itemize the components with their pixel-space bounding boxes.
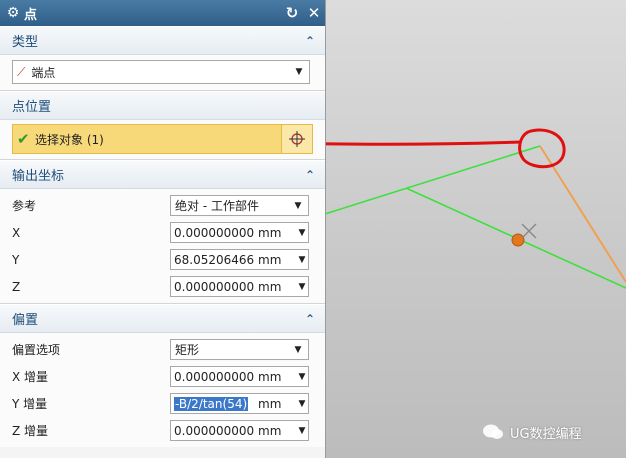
reference-dropdown[interactable]: 绝对 - 工作部件 ▼ [170, 195, 309, 216]
section-output-coordinates-header[interactable]: 输出坐标 ⌃ [0, 160, 325, 189]
dropdown-arrow-icon[interactable]: ▼ [296, 255, 308, 265]
select-object-button[interactable]: ✔ 选择对象 (1) [12, 124, 282, 154]
y-coordinate-field[interactable]: 68.0520646661 mm ▼ [170, 249, 309, 270]
green-edge-upper[interactable] [324, 145, 541, 215]
wechat-icon [483, 424, 503, 439]
reference-label: 参考 [12, 199, 37, 213]
dialog-title: 点 [24, 7, 38, 23]
dropdown-arrow-icon[interactable]: ▼ [292, 345, 304, 355]
watermark: UG数控编程 [482, 420, 622, 444]
dropdown-arrow-icon[interactable]: ▼ [296, 282, 308, 292]
dropdown-arrow-icon[interactable]: ▼ [293, 67, 305, 77]
point-marker[interactable] [511, 233, 525, 247]
point-dialog-button[interactable] [282, 124, 313, 154]
section-type: 类型 ⌃ ⟋ 端点 ▼ [0, 26, 325, 91]
x-coordinate-row: X 0.0000000000 mm ▼ [12, 219, 313, 246]
x-increment-field[interactable]: 0.0000000000 mm ▼ [170, 366, 309, 387]
z-coordinate-row: Z 0.0000000000 mm ▼ [12, 273, 313, 300]
checkmark-icon: ✔ [17, 130, 30, 148]
section-type-header[interactable]: 类型 ⌃ [0, 26, 325, 55]
chevron-up-icon[interactable]: ⌃ [305, 34, 315, 48]
select-object-row[interactable]: ✔ 选择对象 (1) [12, 124, 313, 154]
section-point-location-header[interactable]: 点位置 [0, 91, 325, 120]
section-point-location: 点位置 ✔ 选择对象 (1) [0, 91, 325, 160]
dropdown-arrow-icon[interactable]: ▼ [296, 228, 308, 238]
endpoint-icon: ⟋ [17, 64, 26, 79]
dropdown-arrow-icon[interactable]: ▼ [296, 426, 308, 436]
y-increment-field[interactable]: -B/2/tan(54) mm ▼ [170, 393, 309, 414]
y-coordinate-row: Y 68.0520646661 mm ▼ [12, 246, 313, 273]
chevron-up-icon[interactable]: ⌃ [305, 312, 315, 326]
reset-icon[interactable]: ↻ [281, 4, 303, 22]
reference-row: 参考 绝对 - 工作部件 ▼ [12, 192, 313, 219]
z-increment-field[interactable]: 0.0000000000 mm ▼ [170, 420, 309, 441]
section-offset: 偏置 ⌃ 偏置选项 矩形 ▼ X 增量 0.0000000000 mm ▼ Y [0, 304, 325, 447]
point-dialog: ⚙ 点 ↻ ✕ 类型 ⌃ ⟋ 端点 ▼ 点位置 ✔ 选择对象 (1) 输出坐标 … [0, 0, 326, 458]
dropdown-arrow-icon[interactable]: ▼ [292, 201, 304, 211]
z-coordinate-field[interactable]: 0.0000000000 mm ▼ [170, 276, 309, 297]
y-increment-row: Y 增量 -B/2/tan(54) mm ▼ [12, 390, 313, 417]
dropdown-arrow-icon[interactable]: ▼ [296, 372, 308, 382]
section-output-coordinates: 输出坐标 ⌃ 参考 绝对 - 工作部件 ▼ X 0.0000000000 mm … [0, 160, 325, 304]
gear-icon[interactable]: ⚙ [2, 5, 24, 21]
x-coordinate-field[interactable]: 0.0000000000 mm ▼ [170, 222, 309, 243]
crosshair-icon [289, 131, 305, 147]
z-increment-row: Z 增量 0.0000000000 mm ▼ [12, 417, 313, 444]
dialog-titlebar: ⚙ 点 ↻ ✕ [0, 0, 325, 26]
type-dropdown[interactable]: ⟋ 端点 ▼ [12, 60, 310, 84]
x-increment-row: X 增量 0.0000000000 mm ▼ [12, 363, 313, 390]
y-increment-expression[interactable]: -B/2/tan(54) [174, 396, 249, 411]
section-offset-header[interactable]: 偏置 ⌃ [0, 304, 325, 333]
close-icon[interactable]: ✕ [303, 4, 325, 22]
chevron-up-icon[interactable]: ⌃ [305, 168, 315, 182]
offset-option-row: 偏置选项 矩形 ▼ [12, 336, 313, 363]
dropdown-arrow-icon[interactable]: ▼ [296, 399, 308, 409]
offset-option-dropdown[interactable]: 矩形 ▼ [170, 339, 309, 360]
watermark-text: UG数控编程 [510, 426, 582, 442]
